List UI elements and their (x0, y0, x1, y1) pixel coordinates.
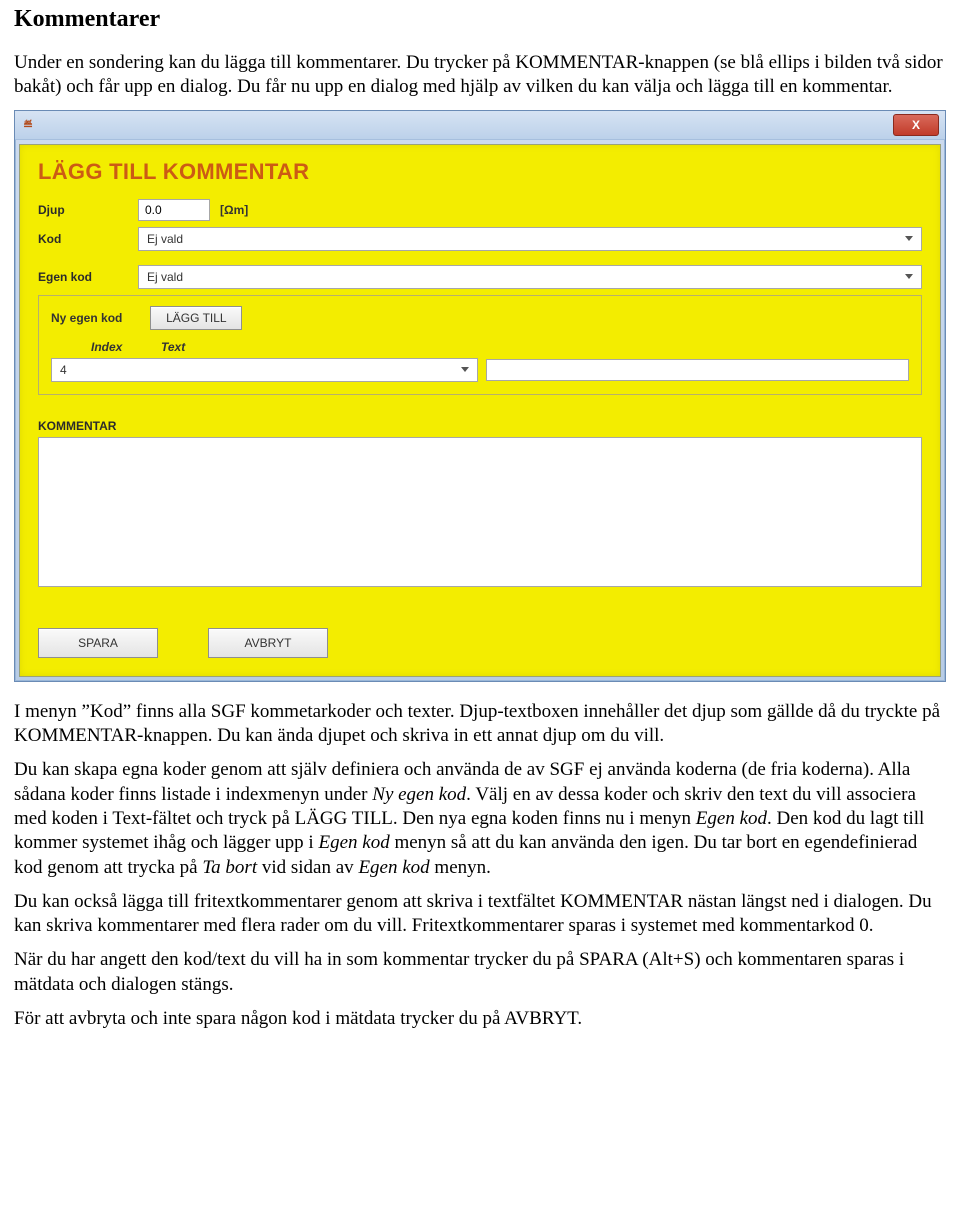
dialog-title: LÄGG TILL KOMMENTAR (38, 159, 922, 185)
paragraph-save: När du har angett den kod/text du vill h… (14, 948, 946, 997)
label-egen-kod: Egen kod (38, 270, 138, 284)
new-code-panel: Ny egen kod LÄGG TILL Index Text 4 (38, 295, 922, 395)
egen-kod-select-value: Ej vald (147, 270, 183, 284)
text-input[interactable] (486, 359, 909, 381)
paragraph-intro: Under en sondering kan du lägga till kom… (14, 51, 946, 100)
label-index: Index (91, 340, 145, 354)
chevron-down-icon (905, 236, 913, 241)
titlebar: ≝ X (15, 111, 945, 140)
paragraph-kod-menu: I menyn ”Kod” finns alla SGF kommetarkod… (14, 700, 946, 749)
chevron-down-icon (905, 274, 913, 279)
kod-select-value: Ej vald (147, 232, 183, 246)
doc-title: Kommentarer (14, 6, 946, 33)
spara-button[interactable]: SPARA (38, 628, 158, 658)
label-text: Text (161, 340, 185, 354)
index-select[interactable]: 4 (51, 358, 478, 382)
chevron-down-icon (461, 367, 469, 372)
close-button[interactable]: X (893, 114, 939, 136)
kommentar-textarea[interactable] (38, 437, 922, 587)
egen-kod-select[interactable]: Ej vald (138, 265, 922, 289)
label-kommentar: KOMMENTAR (38, 419, 922, 433)
paragraph-own-codes: Du kan skapa egna koder genom att själv … (14, 758, 946, 880)
index-select-value: 4 (60, 363, 67, 377)
label-kod: Kod (38, 232, 138, 246)
avbryt-button[interactable]: AVBRYT (208, 628, 328, 658)
lagg-till-button[interactable]: LÄGG TILL (150, 306, 242, 330)
djup-unit: [Ωm] (220, 203, 248, 217)
dialog-window: ≝ X LÄGG TILL KOMMENTAR Djup [Ωm] Kod Ej… (14, 110, 946, 682)
kod-select[interactable]: Ej vald (138, 227, 922, 251)
close-icon: X (912, 118, 920, 132)
java-icon: ≝ (23, 117, 39, 133)
paragraph-freetext: Du kan också lägga till fritextkommentar… (14, 890, 946, 939)
djup-input[interactable] (138, 199, 210, 221)
label-ny-egen-kod: Ny egen kod (51, 311, 122, 325)
paragraph-cancel: För att avbryta och inte spara någon kod… (14, 1007, 946, 1031)
label-djup: Djup (38, 203, 138, 217)
